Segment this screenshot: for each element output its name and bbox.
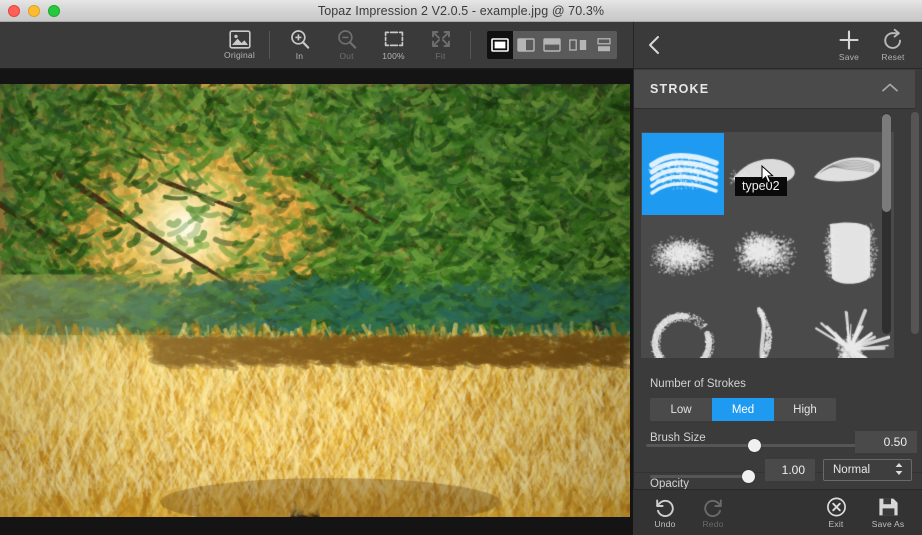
strokes-option-med[interactable]: Med [712,398,774,421]
blend-mode-value: Normal [833,464,871,476]
save-preset-button[interactable]: Save [827,23,871,67]
view-toolbar: Original In Out 100% Fit [0,22,633,69]
zoom-out-icon [337,30,356,49]
reset-button[interactable]: Reset [871,23,915,67]
back-button[interactable] [634,22,674,69]
undo-label: Undo [654,518,676,529]
reset-label: Reset [881,52,905,62]
redo-button[interactable]: Redo [691,491,735,535]
brush-swatch-type07[interactable] [642,299,724,358]
plus-icon [839,30,859,50]
exit-save-buttons: Exit Save As [814,491,910,535]
stepper-icon[interactable] [893,461,905,480]
brush-size-slider[interactable] [646,438,862,452]
original-label: Original [224,50,255,60]
opacity-knob[interactable] [742,469,755,483]
brush-thumbnail [642,133,724,215]
exit-icon [826,497,846,517]
undo-icon [656,498,674,517]
opacity-value[interactable]: 1.00 [765,459,815,481]
mouse-cursor [761,164,774,189]
brush-size-knob[interactable] [747,438,761,452]
stroke-section-collapse-icon[interactable] [881,80,899,98]
side-by-side-icon [569,39,587,51]
zoom-in-button[interactable]: In [276,23,323,67]
window-title: Topaz Impression 2 V2.0.5 - example.jpg … [317,3,605,18]
stacked-icon [597,38,611,52]
opacity-track [650,474,755,478]
image-canvas-area[interactable] [0,69,633,535]
fit-label: Fit [435,51,446,61]
redo-label: Redo [702,518,724,529]
actual-size-label: 100% [382,51,405,61]
reset-icon [884,28,901,49]
zoom-in-label: In [295,51,304,61]
brush-swatch-type04[interactable] [642,216,724,298]
editor-pane: Original In Out 100% Fit [0,22,633,535]
single-view-icon [491,38,509,52]
toolbar-divider-2 [470,31,471,59]
brush-thumbnail [808,299,890,358]
stroke-controls: Number of Strokes Low Med High Brush Siz… [634,367,915,472]
view-mode-single[interactable] [487,31,513,59]
view-mode-split-horizontal[interactable] [539,31,565,59]
view-mode-stacked[interactable] [591,31,617,59]
brush-swatch-type01[interactable] [642,133,724,215]
save-as-icon [878,498,898,516]
panel-scrollbar-thumb[interactable] [911,112,919,334]
brush-swatch-type05[interactable] [725,216,807,298]
view-mode-side-by-side[interactable] [565,31,591,59]
bottom-toolbar: Undo Redo Exit Save As [633,489,922,535]
zoom-in-icon [290,30,309,49]
chevron-left-icon [649,36,659,54]
number-of-strokes-label: Number of Strokes [650,378,746,390]
stroke-section-title: STROKE [650,82,710,96]
brush-thumbnail [808,216,890,298]
brush-swatch-type08[interactable] [725,299,807,358]
brush-swatch-type03[interactable] [808,133,890,215]
zoom-out-label: Out [339,51,354,61]
application-window: Topaz Impression 2 V2.0.5 - example.jpg … [0,0,922,535]
stroke-section-header[interactable]: STROKE [634,70,915,109]
original-button[interactable]: Original [216,23,263,67]
brush-thumbnail [725,216,807,298]
title-bar: Topaz Impression 2 V2.0.5 - example.jpg … [0,0,922,22]
chevron-up-icon [882,83,898,92]
brush-thumbnail [642,216,724,298]
split-horizontal-icon [543,38,561,52]
history-buttons: Undo Redo [643,491,735,535]
number-of-strokes-segmented: Low Med High [650,398,836,421]
brush-thumbnail [642,299,724,358]
toolbar-divider [269,31,270,59]
brush-swatch-type06[interactable] [808,216,890,298]
actual-size-icon [384,31,403,47]
fit-icon [431,31,450,47]
strokes-option-low[interactable]: Low [650,398,712,421]
preview-image [0,84,630,517]
image-icon [228,30,251,49]
brush-grid-scrollbar-thumb[interactable] [882,114,891,212]
exit-button[interactable]: Exit [814,491,858,535]
save-as-button[interactable]: Save As [866,491,910,535]
panel-header-actions: Save Reset [827,23,922,67]
split-vertical-icon [517,38,535,52]
brush-thumbnail [725,299,807,358]
view-mode-split-vertical[interactable] [513,31,539,59]
actual-size-button[interactable]: 100% [370,23,417,67]
brush-swatch-type09[interactable] [808,299,890,358]
brush-size-value[interactable]: 0.50 [855,431,917,453]
blend-mode-dropdown[interactable]: Normal [823,459,912,481]
strokes-option-high[interactable]: High [774,398,836,421]
opacity-slider[interactable] [650,469,755,483]
redo-icon [704,498,722,517]
panel-header: Save Reset [634,22,922,69]
brush-thumbnail [808,133,890,215]
zoom-out-button[interactable]: Out [323,23,370,67]
save-as-label: Save As [871,519,905,529]
fit-button[interactable]: Fit [417,23,464,67]
view-mode-group [487,31,617,59]
exit-label: Exit [828,519,844,529]
undo-button[interactable]: Undo [643,491,687,535]
save-preset-label: Save [838,52,860,62]
